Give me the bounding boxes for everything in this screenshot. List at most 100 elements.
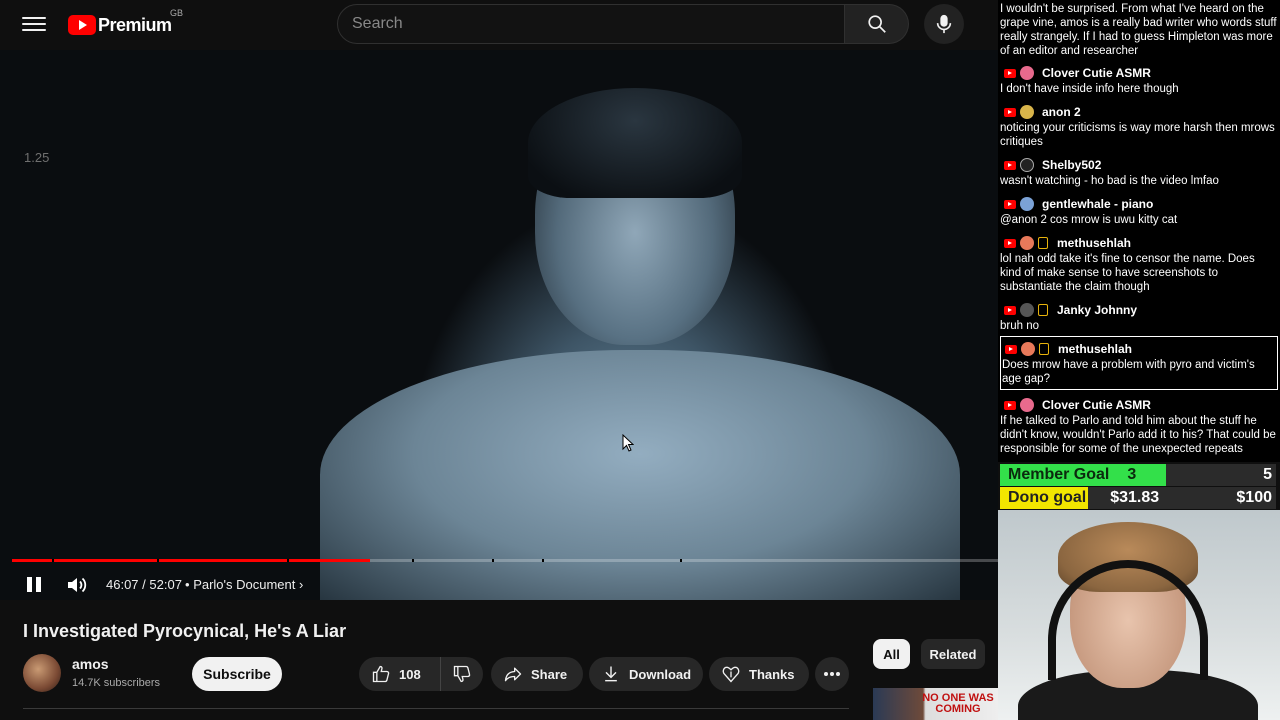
thumbs-down-icon — [453, 665, 471, 683]
progress-bar[interactable] — [12, 559, 998, 562]
youtube-icon — [1004, 160, 1016, 170]
chapter-marker — [52, 559, 54, 562]
chat-avatar — [1020, 105, 1034, 119]
member-goal-label: Member Goal — [1008, 466, 1110, 483]
chapter-marker — [542, 559, 544, 562]
chat-author: Janky Johnny — [1057, 303, 1138, 317]
voice-search-button[interactable] — [924, 4, 964, 44]
chat-author: Shelby502 — [1042, 158, 1102, 172]
video-title: I Investigated Pyrocynical, He's A Liar — [23, 621, 347, 641]
chat-message-text: I don't have inside info here though — [1000, 83, 1179, 95]
chat-message: I wouldn't be surprised. From what I've … — [1000, 2, 1278, 58]
pause-button[interactable] — [24, 575, 44, 595]
like-button[interactable]: 108 — [359, 657, 441, 691]
chat-message-text: I wouldn't be surprised. From what I've … — [1000, 3, 1277, 57]
brand-label: Premium — [98, 14, 172, 35]
youtube-icon — [1004, 199, 1016, 209]
channel-avatar[interactable] — [23, 654, 61, 692]
time-separator: / — [142, 577, 146, 592]
chat-message: Shelby502 wasn't watching - ho bad is th… — [1000, 157, 1278, 188]
chapter-marker — [412, 559, 414, 562]
chapter-marker — [157, 559, 159, 562]
chat-author: anon 2 — [1042, 105, 1081, 119]
super-thanks-icon — [722, 666, 740, 683]
chat-author: Clover Cutie ASMR — [1042, 66, 1151, 80]
chat-message: Clover Cutie ASMR I don't have inside in… — [1000, 65, 1278, 96]
current-time: 46:07 — [106, 577, 139, 592]
youtube-icon — [1005, 344, 1017, 354]
playback-speed-label: 1.25 — [24, 150, 50, 165]
chat-message: Janky Johnny bruh no — [1000, 302, 1278, 333]
thanks-label: Thanks — [749, 666, 795, 682]
video-player[interactable]: 1.25 46:07 / 52:07 • Parlo's Document › — [0, 50, 998, 600]
dislike-button[interactable] — [441, 657, 483, 691]
search-input[interactable] — [337, 4, 845, 44]
chat-author: methusehlah — [1057, 236, 1132, 250]
microphone-icon — [936, 14, 952, 34]
chapter-marker — [287, 559, 289, 562]
chat-message: anon 2 noticing your criticisms is way m… — [1000, 104, 1278, 149]
mouse-cursor-icon — [622, 434, 634, 452]
chat-avatar — [1020, 303, 1034, 317]
member-goal-target: 5 — [1263, 466, 1272, 483]
volume-icon[interactable] — [66, 575, 88, 595]
member-badge-icon — [1038, 237, 1048, 249]
chat-avatar — [1020, 197, 1034, 211]
chevron-right-icon: › — [299, 577, 304, 592]
country-code: GB — [170, 8, 184, 18]
subscribe-button[interactable]: Subscribe — [192, 657, 282, 691]
live-chat-overlay: I wouldn't be surprised. From what I've … — [998, 0, 1280, 462]
search-bar — [337, 4, 909, 44]
chat-avatar — [1020, 158, 1034, 172]
chat-avatar — [1020, 66, 1034, 80]
share-button[interactable]: Share — [491, 657, 583, 691]
search-button[interactable] — [845, 4, 909, 44]
youtube-icon — [1004, 68, 1016, 78]
youtube-play-icon — [68, 15, 96, 35]
chat-message-highlighted: methusehlah Does mrow have a problem wit… — [1000, 336, 1278, 390]
recommended-video-thumbnail[interactable]: NO ONE WAS COMING — [873, 688, 998, 720]
member-badge-icon — [1038, 304, 1048, 316]
progress-played — [12, 559, 370, 562]
chat-message-text: wasn't watching - ho bad is the video lm… — [1000, 175, 1219, 187]
share-icon — [504, 667, 522, 682]
youtube-icon — [1004, 305, 1016, 315]
youtube-premium-logo[interactable]: Premium GB — [68, 8, 183, 37]
subscriber-count: 14.7K subscribers — [72, 677, 161, 689]
like-count: 108 — [399, 666, 421, 682]
chapter-marker — [492, 559, 494, 562]
masthead: Premium GB — [0, 0, 998, 50]
donation-goal-target: $100 — [1236, 489, 1272, 506]
more-actions-button[interactable] — [815, 657, 849, 691]
chat-message-text: noticing your criticisms is way more har… — [1000, 122, 1275, 148]
member-goal-current: 3 — [1127, 466, 1137, 483]
chapter-button[interactable]: • Parlo's Document › — [185, 577, 303, 592]
donation-goal-bar: Dono goal $31.83 $100 — [1000, 487, 1276, 509]
chat-avatar — [1020, 398, 1034, 412]
chat-message-text: bruh no — [1000, 320, 1040, 332]
duration: 52:07 — [149, 577, 182, 592]
donation-goal-current: $31.83 — [1110, 489, 1160, 506]
chat-avatar — [1020, 236, 1034, 250]
hamburger-menu-icon[interactable] — [22, 13, 46, 35]
chip-all[interactable]: All — [873, 639, 910, 669]
download-icon — [605, 666, 617, 682]
chapter-marker — [680, 559, 682, 562]
time-display: 46:07 / 52:07 — [106, 577, 182, 592]
chat-author: gentlewhale - piano — [1042, 197, 1154, 211]
channel-name[interactable]: amos — [72, 656, 109, 672]
youtube-icon — [1004, 238, 1016, 248]
chip-related[interactable]: Related — [921, 639, 985, 669]
video-frame — [0, 50, 998, 600]
download-button[interactable]: Download — [589, 657, 703, 691]
chat-message-text: If he talked to Parlo and told him about… — [1000, 415, 1276, 455]
thanks-button[interactable]: Thanks — [709, 657, 809, 691]
streamer-webcam — [998, 510, 1280, 720]
chat-message: Clover Cutie ASMR If he talked to Parlo … — [1000, 397, 1278, 456]
download-label: Download — [629, 666, 692, 682]
chapter-title: Parlo's Document — [193, 577, 296, 592]
chat-author: Clover Cutie ASMR — [1042, 398, 1151, 412]
chapter-bullet: • — [185, 577, 190, 592]
chat-message-text: Does mrow have a problem with pyro and v… — [1002, 359, 1255, 385]
player-controls: 46:07 / 52:07 • Parlo's Document › — [0, 550, 998, 600]
